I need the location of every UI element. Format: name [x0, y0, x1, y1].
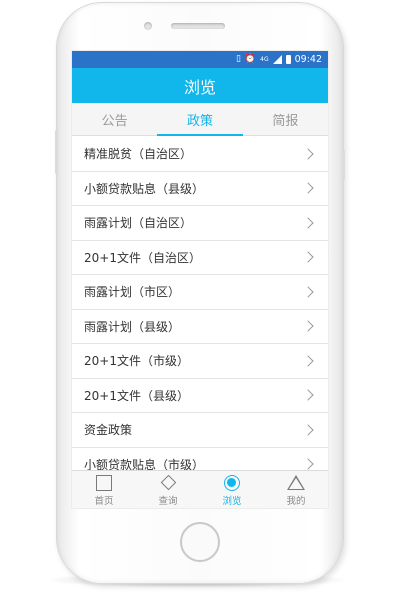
list-item-label: 资金政策 [84, 423, 133, 438]
nav-query[interactable]: 查询 [136, 471, 200, 508]
chevron-right-icon [302, 217, 314, 229]
home-button[interactable] [180, 522, 220, 562]
tab-announcements[interactable]: 公告 [72, 103, 157, 135]
tab-bar: 公告 政策 简报 [72, 103, 328, 136]
volume-button [55, 130, 58, 174]
nav-query-label: 查询 [158, 496, 178, 507]
bottom-nav: 首页 查询 浏览 我的 [72, 470, 328, 508]
list-item[interactable]: 精准脱贫（自治区） [72, 137, 328, 172]
chevron-right-icon [302, 355, 314, 367]
list-item[interactable]: 20+1文件（自治区） [72, 240, 328, 275]
nav-home[interactable]: 首页 [72, 471, 136, 508]
list-item-label: 20+1文件（市级） [84, 354, 189, 369]
list-item[interactable]: 雨露计划（市区） [72, 275, 328, 310]
tab-policies[interactable]: 政策 [157, 103, 243, 136]
chevron-right-icon [302, 148, 314, 160]
list-item-label: 雨露计划（自治区） [84, 216, 193, 231]
list-item-label: 雨露计划（市区） [84, 285, 181, 300]
nav-browse-label: 浏览 [222, 496, 242, 507]
list-item[interactable]: 小额贷款贴息（县级） [72, 171, 328, 206]
list-item[interactable]: 20+1文件（市级） [72, 344, 328, 379]
page-title: 浏览 [183, 77, 216, 97]
battery-icon [285, 55, 291, 64]
title-bar: 浏览 [72, 68, 328, 103]
list-item[interactable]: 资金政策 [72, 413, 328, 448]
list-item[interactable]: 雨露计划（县级） [72, 309, 328, 344]
list-item[interactable]: 小额贷款贴息（市级） [72, 447, 328, 472]
chevron-right-icon [302, 458, 314, 470]
nav-profile[interactable]: 我的 [264, 471, 328, 508]
chevron-right-icon [302, 251, 314, 263]
status-bar: ▯ ⏰ 4G 09:42 [72, 51, 328, 68]
query-diamond-icon [160, 474, 176, 491]
list-item[interactable]: 雨露计划（自治区） [72, 206, 328, 241]
chevron-right-icon [302, 182, 314, 194]
policy-list: 精准脱贫（自治区） 小额贷款贴息（县级） 雨露计划（自治区） 20+1文件（自治… [72, 137, 328, 472]
list-item-label: 精准脱贫（自治区） [84, 147, 193, 162]
browse-circle-icon [224, 474, 240, 491]
earpiece-speaker [171, 23, 225, 29]
list-item-label: 小额贷款贴息（县级） [84, 181, 205, 196]
vibrate-icon: ▯ [235, 54, 241, 64]
chevron-right-icon [302, 424, 314, 436]
alarm-icon: ⏰ [244, 54, 257, 64]
nav-profile-label: 我的 [286, 496, 306, 507]
profile-triangle-icon [287, 475, 305, 490]
signal-icon [272, 55, 282, 64]
nav-browse[interactable]: 浏览 [200, 471, 264, 508]
chevron-right-icon [302, 389, 314, 401]
app-screen: ▯ ⏰ 4G 09:42 浏览 公告 政策 简报 精准脱贫（自治区） 小额贷款贴… [71, 50, 329, 509]
home-square-icon [96, 474, 112, 491]
network-type-label: 4G [260, 55, 269, 63]
network-type-icon: 4G [260, 55, 269, 63]
nav-home-label: 首页 [94, 496, 114, 507]
list-item[interactable]: 20+1文件（县级） [72, 378, 328, 413]
tab-briefings[interactable]: 简报 [243, 103, 328, 135]
status-time: 09:42 [294, 54, 322, 65]
chevron-right-icon [302, 286, 314, 298]
chevron-right-icon [302, 320, 314, 332]
front-camera [144, 22, 152, 30]
list-item-label: 20+1文件（县级） [84, 388, 189, 403]
power-button [342, 150, 345, 180]
list-item-label: 雨露计划（县级） [84, 319, 181, 334]
list-item-label: 20+1文件（自治区） [84, 250, 201, 265]
